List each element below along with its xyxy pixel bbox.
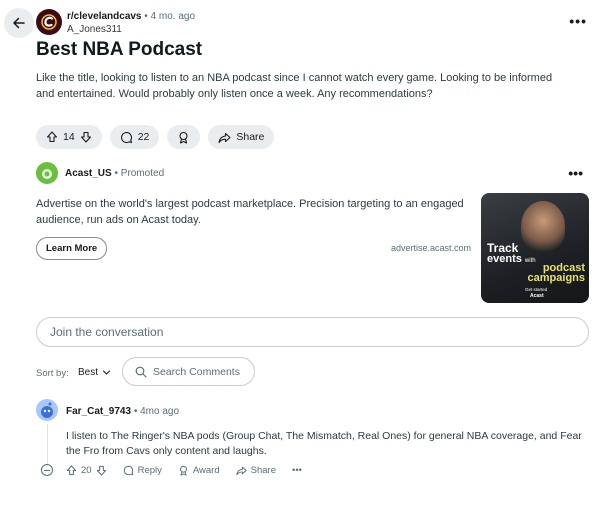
downvote-icon[interactable] <box>80 131 92 143</box>
search-comments-input[interactable]: Search Comments <box>122 357 255 386</box>
award-label: Award <box>192 464 220 476</box>
arrow-left-icon <box>13 17 25 29</box>
comment-text: I listen to The Ringer's NBA pods (Group… <box>66 430 582 457</box>
ad-image-line3b: campaigns <box>527 272 585 284</box>
acast-logo-icon <box>42 169 52 179</box>
ad-more-button[interactable]: ••• <box>568 165 583 181</box>
reply-bubble-icon <box>123 465 133 475</box>
ad-image[interactable]: Track events with podcast campaigns Get s… <box>481 193 589 303</box>
search-comments-placeholder: Search Comments <box>153 365 240 378</box>
comment-award-icon <box>179 465 187 476</box>
comment-actions: 20 Reply Award Share ••• <box>41 464 318 476</box>
comment-more-button[interactable]: ••• <box>292 465 302 476</box>
subreddit-link[interactable]: r/clevelandcavs <box>67 11 142 22</box>
comment-author[interactable]: Far_Cat_9743 <box>66 406 131 417</box>
comment-meta: Far_Cat_9743 • 4mo ago <box>66 406 179 417</box>
post-age: 4 mo. ago <box>150 11 196 22</box>
post-body: Like the title, looking to listen to an … <box>36 72 553 100</box>
post-meta: r/clevelandcavs • 4 mo. ago A_Jones311 <box>67 10 195 36</box>
upvote-icon[interactable] <box>46 131 58 143</box>
advertiser-avatar[interactable] <box>36 162 58 184</box>
ad-image-line2-main: events <box>487 253 522 265</box>
comment-share-button[interactable]: Share <box>236 465 276 476</box>
post-author[interactable]: A_Jones311 <box>67 23 195 36</box>
learn-more-button[interactable]: Learn More <box>36 237 108 260</box>
award-button[interactable] <box>167 125 201 149</box>
meta-separator: • <box>144 11 148 22</box>
vote-pill: 14 <box>36 125 102 149</box>
ad-domain[interactable]: advertise.acast.com <box>391 243 471 253</box>
comment-bubble-icon <box>120 131 132 143</box>
comment-count: 22 <box>137 131 150 143</box>
promoted-label: Promoted <box>120 168 165 179</box>
search-icon <box>135 366 147 378</box>
snoo-avatar-icon <box>41 402 53 418</box>
share-icon <box>218 132 231 143</box>
ad-separator: • <box>114 168 118 179</box>
post-title: Best NBA Podcast <box>36 39 203 60</box>
comment-vote-count: 20 <box>81 464 92 476</box>
comment-upvote-icon[interactable] <box>66 464 77 476</box>
comment-award-button[interactable]: Award <box>178 465 220 476</box>
post-more-button[interactable]: ••• <box>569 13 587 29</box>
ad-image-small1: Get started <box>525 287 548 292</box>
ad-meta: Acast_US • Promoted <box>65 168 164 179</box>
minus-icon <box>44 469 50 471</box>
ad-text[interactable]: Advertise on the world's largest podcast… <box>36 196 466 228</box>
post-actions: 14 22 Share <box>36 125 275 149</box>
share-label: Share <box>236 131 265 143</box>
subreddit-avatar[interactable] <box>36 9 62 35</box>
comment-downvote-icon[interactable] <box>96 465 107 476</box>
comments-button[interactable]: 22 <box>109 125 160 149</box>
sort-label: Sort by: <box>36 368 69 379</box>
post-vote-count: 14 <box>63 131 75 143</box>
ad-image-person <box>521 201 565 251</box>
back-button[interactable] <box>4 8 34 38</box>
commenter-avatar[interactable] <box>36 399 58 421</box>
comment-share-label: Share <box>250 464 276 476</box>
share-button[interactable]: Share <box>208 125 275 149</box>
collapse-thread-button[interactable] <box>41 464 53 476</box>
join-conversation-input[interactable]: Join the conversation <box>36 317 589 347</box>
reply-button[interactable]: Reply <box>123 465 162 476</box>
reply-label: Reply <box>137 464 162 476</box>
advertiser-name[interactable]: Acast_US <box>65 168 112 179</box>
thread-line[interactable] <box>47 424 48 464</box>
comment-share-icon <box>236 466 247 475</box>
chevron-down-icon <box>102 370 111 375</box>
ad-image-line3: podcast campaigns <box>527 263 585 284</box>
comment-vote: 20 <box>66 465 107 476</box>
sort-dropdown[interactable]: Best <box>78 367 111 378</box>
ad-image-small2: Acast <box>530 293 544 299</box>
sort-value: Best <box>78 367 99 378</box>
cavs-logo-icon <box>41 14 57 30</box>
award-icon <box>179 131 188 144</box>
comment-age: 4mo ago <box>140 406 180 417</box>
comment-separator: • <box>133 406 138 417</box>
